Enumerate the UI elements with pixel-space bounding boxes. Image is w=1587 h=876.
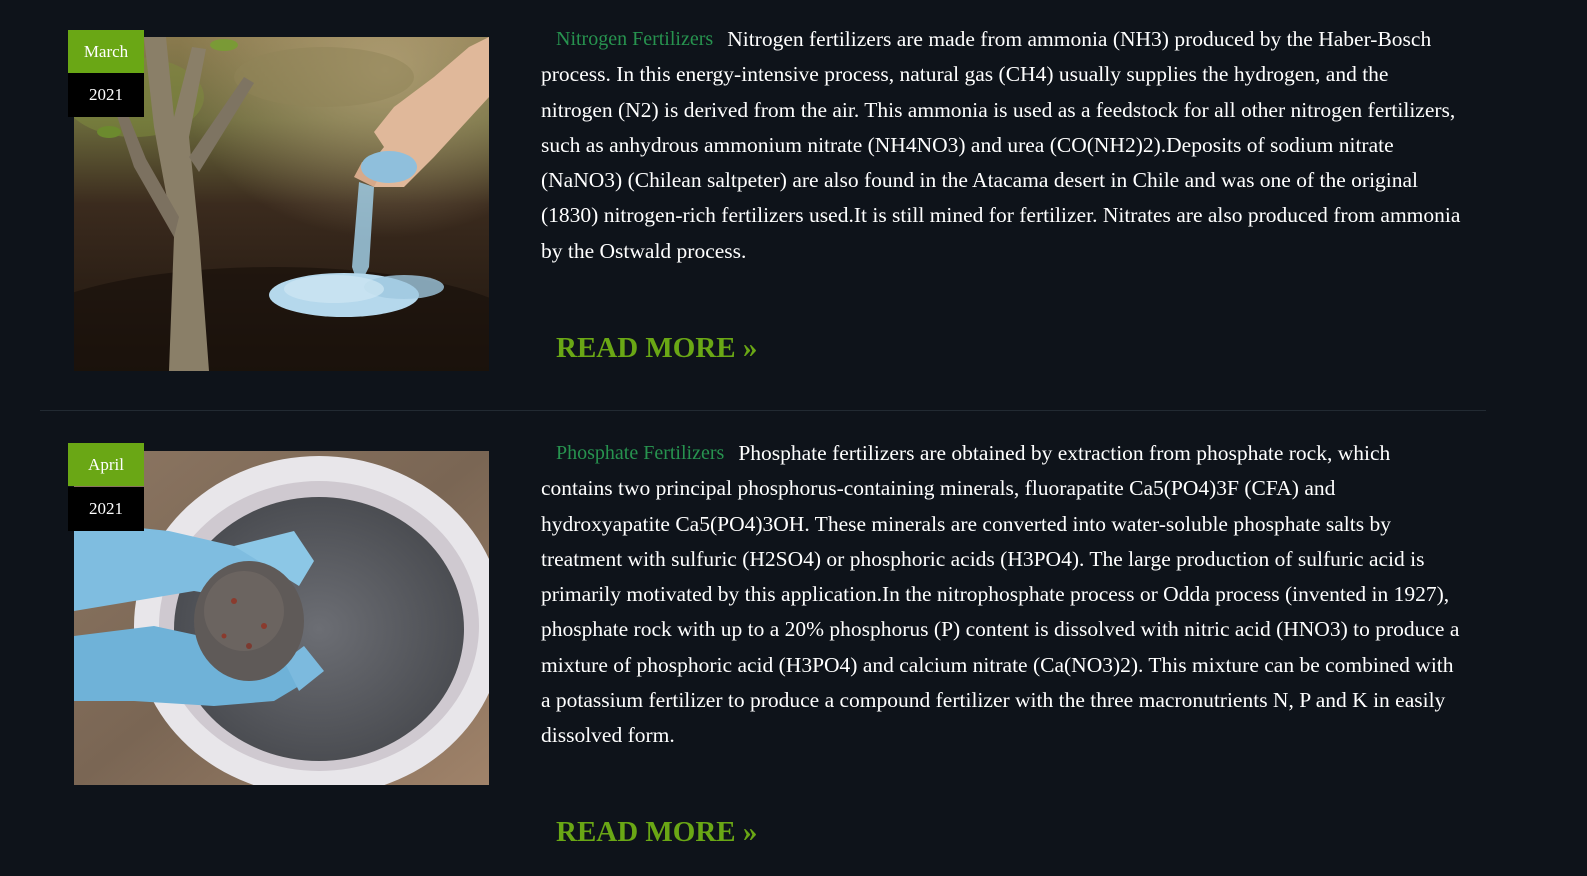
post-divider bbox=[40, 410, 1486, 411]
date-month-badge: March bbox=[68, 30, 144, 73]
post-title[interactable]: Nitrogen Fertilizers bbox=[556, 26, 713, 52]
date-month-badge: April bbox=[68, 443, 144, 486]
blog-post-nitrogen: March 2021 Nitrogen Fertilizers Nitrogen… bbox=[0, 0, 1587, 412]
date-year-badge: 2021 bbox=[68, 487, 144, 531]
read-more-link[interactable]: READ MORE » bbox=[556, 814, 757, 850]
date-year-badge: 2021 bbox=[68, 73, 144, 117]
read-more-link[interactable]: READ MORE » bbox=[556, 330, 757, 366]
post-content: Phosphate Fertilizers Phosphate fertiliz… bbox=[541, 436, 1461, 754]
blog-post-phosphate: April 2021 Phosphate Fertilizers Phospha… bbox=[0, 412, 1587, 876]
post-body-text: Phosphate fertilizers are obtained by ex… bbox=[541, 441, 1460, 748]
post-title[interactable]: Phosphate Fertilizers bbox=[556, 440, 724, 466]
post-content: Nitrogen Fertilizers Nitrogen fertilizer… bbox=[541, 22, 1461, 269]
post-body-text: Nitrogen fertilizers are made from ammon… bbox=[541, 27, 1461, 263]
